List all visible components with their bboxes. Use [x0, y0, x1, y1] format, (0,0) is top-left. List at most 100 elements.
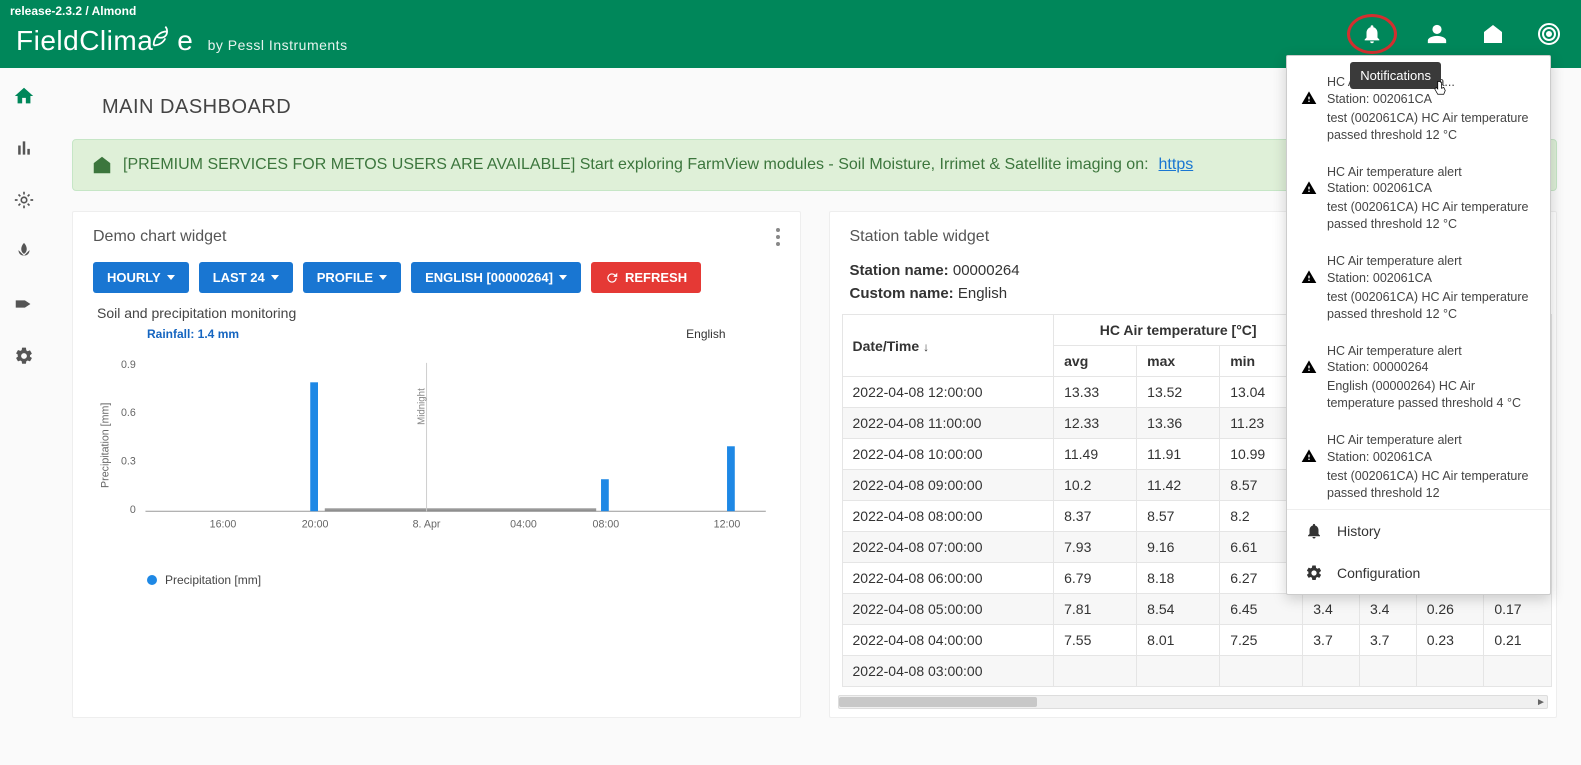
- svg-text:0.9: 0.9: [121, 359, 136, 371]
- table-cell: 3.4: [1359, 594, 1416, 625]
- table-cell: 13.52: [1137, 377, 1220, 408]
- caret-down-icon: [379, 275, 387, 280]
- banner-text: [PREMIUM SERVICES FOR METOS USERS ARE AV…: [123, 156, 1149, 174]
- app-logo: FieldClimae by Pessl Instruments: [16, 22, 348, 57]
- svg-text:0: 0: [130, 504, 136, 516]
- table-cell: 11.49: [1054, 439, 1137, 470]
- table-cell: 2022-04-08 04:00:00: [842, 625, 1054, 656]
- caret-down-icon: [271, 275, 279, 280]
- farm-icon[interactable]: [1477, 18, 1509, 50]
- warning-icon: [1301, 269, 1317, 323]
- col-datetime[interactable]: Date/Time ↓: [842, 315, 1054, 377]
- table-cell: 6.79: [1054, 563, 1137, 594]
- sidebar: [0, 68, 48, 765]
- notification-item[interactable]: HC Air temperature alertStation: 002061C…: [1301, 156, 1536, 246]
- refresh-button[interactable]: REFRESH: [591, 262, 701, 293]
- table-cell: [1484, 656, 1552, 687]
- table-cell: [1054, 656, 1137, 687]
- last24-button[interactable]: LAST 24: [199, 262, 293, 293]
- sidebar-home[interactable]: [8, 80, 40, 112]
- notifications-list[interactable]: HC Air temperature a...Station: 002061CA…: [1287, 56, 1550, 509]
- notification-highlight: [1347, 14, 1397, 54]
- table-cell: 2022-04-08 09:00:00: [842, 470, 1054, 501]
- cursor-pointer-icon: [1431, 78, 1449, 100]
- svg-text:16:00: 16:00: [210, 519, 237, 531]
- table-cell: 13.33: [1054, 377, 1137, 408]
- sidebar-settings[interactable]: [8, 340, 40, 372]
- table-cell: 0.21: [1484, 625, 1552, 656]
- svg-text:0.6: 0.6: [121, 407, 136, 419]
- table-cell: 11.42: [1137, 470, 1220, 501]
- notifications-tooltip: Notifications: [1350, 62, 1441, 89]
- chart-legend: Precipitation [mm]: [97, 573, 776, 587]
- notification-item[interactable]: HC Air temperature alertStation: 002061C…: [1301, 424, 1536, 509]
- svg-text:8. Apr: 8. Apr: [413, 519, 441, 531]
- table-row[interactable]: 2022-04-08 04:00:007.558.017.253.73.70.2…: [842, 625, 1552, 656]
- profile-button[interactable]: PROFILE: [303, 262, 401, 293]
- table-cell: 0.26: [1416, 594, 1484, 625]
- table-cell: 7.25: [1220, 625, 1303, 656]
- notifications-history[interactable]: History: [1287, 510, 1550, 552]
- bell-icon[interactable]: [1356, 18, 1388, 50]
- table-cell: 11.91: [1137, 439, 1220, 470]
- chart-controls: HOURLY LAST 24 PROFILE ENGLISH [00000264…: [73, 262, 800, 305]
- table-cell: 2022-04-08 07:00:00: [842, 532, 1054, 563]
- horizontal-scrollbar[interactable]: ◄ ►: [838, 695, 1549, 709]
- table-cell: 0.23: [1416, 625, 1484, 656]
- table-cell: 12.33: [1054, 408, 1137, 439]
- table-cell: 2022-04-08 08:00:00: [842, 501, 1054, 532]
- table-cell: 8.01: [1137, 625, 1220, 656]
- caret-down-icon: [167, 275, 175, 280]
- table-cell: 7.55: [1054, 625, 1137, 656]
- svg-text:20:00: 20:00: [302, 519, 329, 531]
- table-cell: 13.36: [1137, 408, 1220, 439]
- legend-dot-icon: [147, 575, 157, 585]
- notifications-footer: History Configuration: [1287, 509, 1550, 594]
- col-avg[interactable]: avg: [1054, 346, 1137, 377]
- refresh-icon: [605, 271, 619, 285]
- chart-area: Rainfall: 1.4 mm English 0.9 0.6 0.3 0 P…: [73, 327, 800, 603]
- sidebar-plant[interactable]: [8, 236, 40, 268]
- chart-widget: Demo chart widget HOURLY LAST 24 PROFILE…: [72, 211, 801, 718]
- table-cell: 10.2: [1054, 470, 1137, 501]
- notification-item[interactable]: HC Air temperature alertStation: 0000026…: [1301, 335, 1536, 425]
- farm-house-icon: [91, 154, 113, 176]
- table-row[interactable]: 2022-04-08 03:00:00: [842, 656, 1552, 687]
- sidebar-charts[interactable]: [8, 132, 40, 164]
- scroll-thumb[interactable]: [839, 697, 1037, 707]
- sidebar-irrigation[interactable]: [8, 288, 40, 320]
- station-button[interactable]: ENGLISH [00000264]: [411, 262, 581, 293]
- notification-item[interactable]: HC Air temperature alertStation: 002061C…: [1301, 245, 1536, 335]
- table-cell: 9.16: [1137, 532, 1220, 563]
- table-cell: 3.7: [1359, 625, 1416, 656]
- table-cell: 7.81: [1054, 594, 1137, 625]
- table-row[interactable]: 2022-04-08 05:00:007.818.546.453.43.40.2…: [842, 594, 1552, 625]
- hourly-button[interactable]: HOURLY: [93, 262, 189, 293]
- precipitation-chart: 0.9 0.6 0.3 0 Precipitation [mm] Midnigh…: [97, 345, 776, 565]
- table-widget-title: Station table widget: [850, 228, 990, 246]
- warning-icon: [1301, 90, 1317, 144]
- table-cell: 2022-04-08 12:00:00: [842, 377, 1054, 408]
- table-cell: 7.93: [1054, 532, 1137, 563]
- table-cell: 3.4: [1303, 594, 1360, 625]
- chart-subtitle: Soil and precipitation monitoring: [73, 305, 800, 327]
- chart-widget-menu[interactable]: [776, 228, 780, 246]
- user-icon[interactable]: [1421, 18, 1453, 50]
- sidebar-weather[interactable]: [8, 184, 40, 216]
- table-cell: 8.54: [1137, 594, 1220, 625]
- banner-link[interactable]: https: [1159, 156, 1194, 174]
- table-cell: 2022-04-08 10:00:00: [842, 439, 1054, 470]
- table-cell: 8.37: [1054, 501, 1137, 532]
- notifications-configuration[interactable]: Configuration: [1287, 552, 1550, 594]
- svg-text:0.3: 0.3: [121, 456, 136, 468]
- table-cell: 2022-04-08 11:00:00: [842, 408, 1054, 439]
- sort-down-icon: ↓: [923, 340, 929, 354]
- warning-icon: [1301, 359, 1317, 413]
- scroll-right-icon[interactable]: ►: [1533, 696, 1549, 708]
- table-cell: 2022-04-08 03:00:00: [842, 656, 1054, 687]
- english-label: English: [686, 327, 725, 341]
- col-max[interactable]: max: [1137, 346, 1220, 377]
- broadcast-icon[interactable]: [1533, 18, 1565, 50]
- col-group-temp[interactable]: HC Air temperature [°C]: [1054, 315, 1303, 346]
- table-cell: 2022-04-08 05:00:00: [842, 594, 1054, 625]
